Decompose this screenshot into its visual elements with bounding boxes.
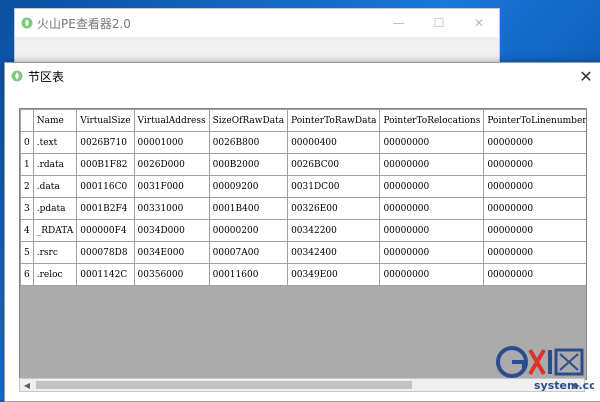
table-cell[interactable]: 00000000 [483,131,586,154]
table-cell[interactable]: 00000200 [208,219,289,242]
row-index[interactable]: 6 [20,263,34,286]
table-row[interactable]: 6 .reloc 0001142C 00356000 00011600 00349E00 0… [20,263,586,286]
table-cell[interactable]: .reloc [32,263,78,286]
table-cell[interactable]: 0026BC00 [287,153,381,176]
table-cell[interactable]: 00000000 [379,175,485,198]
corner-header[interactable] [20,109,34,132]
table-cell[interactable]: 00000000 [379,263,485,286]
app-logo-icon [21,17,33,29]
row-index[interactable]: 0 [20,131,34,154]
close-icon: ✕ [473,16,485,30]
table-cell[interactable]: 00349E00 [287,263,381,286]
table-cell[interactable]: 0001142C [76,263,135,286]
row-index[interactable]: 3 [20,197,34,220]
row-index[interactable]: 4 [20,219,34,242]
table-cell[interactable]: 00000000 [483,241,586,264]
table-cell[interactable]: .text [32,131,78,154]
watermark-logo-graphic: system.com [496,346,600,392]
minimize-button[interactable]: — [379,9,419,37]
table-cell[interactable]: 0026D000 [133,153,210,176]
table-cell[interactable]: 000000F4 [76,219,135,242]
table-cell[interactable]: 0001B400 [208,197,289,220]
table-row[interactable]: 0 .text 0026B710 00001000 0026B800 00000400 00… [20,131,586,154]
table-cell[interactable]: 00000000 [379,197,485,220]
section-titlebar: 节区表 ✕ [5,63,600,89]
app-logo-icon [11,70,23,82]
table-cell[interactable]: 00000400 [287,131,381,154]
table-cell[interactable]: 00000000 [379,219,485,242]
table-cell[interactable]: 00000000 [483,153,586,176]
table-cell[interactable]: 00342200 [287,219,381,242]
table-header-row: Name VirtualSize VirtualAddress SizeOfRawDa… [20,109,586,132]
table-cell[interactable]: 00000000 [483,175,586,198]
table-cell[interactable]: 00000000 [379,241,485,264]
table-cell[interactable]: _RDATA [32,219,78,242]
table-cell[interactable]: 000116C0 [76,175,135,198]
table-cell[interactable]: 0034D000 [133,219,210,242]
table-cell[interactable]: 00331000 [133,197,210,220]
table-cell[interactable]: 00356000 [133,263,210,286]
scroll-left-icon: ◀ [23,380,31,390]
table-cell[interactable]: 00000000 [379,131,485,154]
table-cell[interactable]: 000B1F82 [76,153,135,176]
minimize-icon: — [393,16,405,30]
table-row[interactable]: 5 .rsrc 000078D8 0034E000 00007A00 00342400 00… [20,241,586,264]
table-cell[interactable]: 000078D8 [76,241,135,264]
column-header[interactable]: VirtualSize [76,109,135,132]
table-cell[interactable]: 0001B2F4 [76,197,135,220]
maximize-button[interactable]: ☐ [419,9,459,37]
svg-text:system.com: system.com [534,379,594,392]
table-cell[interactable]: 0031F000 [133,175,210,198]
table-cell[interactable]: .pdata [32,197,78,220]
section-close-button[interactable]: ✕ [571,63,600,89]
section-grid[interactable]: Name VirtualSize VirtualAddress SizeOfRawDa… [19,108,587,380]
row-index[interactable]: 2 [20,175,34,198]
table-cell[interactable]: 00011600 [208,263,289,286]
table-cell[interactable]: 00000000 [483,219,586,242]
table-cell[interactable]: 00009200 [208,175,289,198]
close-icon: ✕ [579,66,593,86]
section-window-title: 节区表 [28,69,65,84]
table-row[interactable]: 1 .rdata 000B1F82 0026D000 000B2000 0026BC00 0… [20,153,586,176]
table-cell[interactable]: 0031DC00 [287,175,381,198]
column-header[interactable]: PointerToRawData [287,109,381,132]
watermark-logo: system.com [494,342,600,394]
table-row[interactable]: 3 .pdata 0001B2F4 00331000 0001B400 00326E00 0… [20,197,586,220]
table-cell[interactable]: .rdata [32,153,78,176]
table-cell[interactable]: .data [32,175,78,198]
table-cell[interactable]: 00001000 [133,131,210,154]
table-cell[interactable]: 00326E00 [287,197,381,220]
section-table: Name VirtualSize VirtualAddress SizeOfRawDa… [20,109,586,286]
table-cell[interactable]: 00000000 [483,263,586,286]
column-header[interactable]: Name [32,109,78,132]
main-titlebar: 火山PE查看器2.0 — ☐ ✕ [15,9,499,37]
table-row[interactable]: 2 .data 000116C0 0031F000 00009200 0031DC00 00… [20,175,586,198]
table-cell[interactable]: 0026B800 [208,131,289,154]
table-cell[interactable]: 000B2000 [208,153,289,176]
table-cell[interactable]: 00000000 [483,197,586,220]
column-header[interactable]: VirtualAddress [133,109,210,132]
table-cell[interactable]: 00000000 [379,153,485,176]
table-cell[interactable]: 0034E000 [133,241,210,264]
close-button[interactable]: ✕ [459,9,499,37]
table-row[interactable]: 4 _RDATA 000000F4 0034D000 00000200 00342200 0… [20,219,586,242]
maximize-icon: ☐ [433,16,445,30]
table-cell[interactable]: 00007A00 [208,241,289,264]
main-window-title: 火山PE查看器2.0 [37,16,131,31]
table-cell[interactable]: 0026B710 [76,131,135,154]
scroll-left-button[interactable]: ◀ [20,379,34,391]
column-header[interactable]: PointerToRelocations [379,109,485,132]
column-header[interactable]: SizeOfRawData [208,109,289,132]
row-index[interactable]: 1 [20,153,34,176]
column-header[interactable]: PointerToLinenumbers [483,109,586,132]
table-cell[interactable]: 00342400 [287,241,381,264]
row-index[interactable]: 5 [20,241,34,264]
scroll-thumb[interactable] [36,381,412,389]
table-cell[interactable]: .rsrc [32,241,78,264]
